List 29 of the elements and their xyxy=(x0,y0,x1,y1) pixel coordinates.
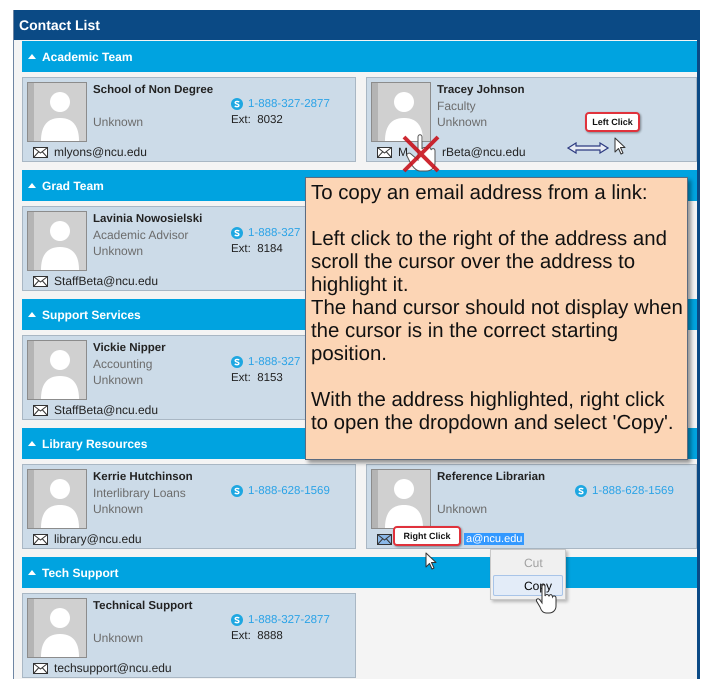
contact-status: Unknown xyxy=(437,501,488,517)
contact-name: School of Non Degree xyxy=(93,83,214,98)
window-title: Contact List xyxy=(14,10,697,40)
contact-title: Interlibrary Loans xyxy=(93,485,187,501)
extension-text: Ext: 8888 xyxy=(231,629,283,644)
contact-title: Academic Advisor xyxy=(93,227,190,243)
contact-name: Reference Librarian xyxy=(437,470,546,485)
contact-name: Lavinia Nowosielski xyxy=(93,212,204,227)
contact-status: Unknown xyxy=(93,114,144,130)
contact-title: Faculty xyxy=(437,98,477,114)
contact-status: Unknown xyxy=(93,630,144,646)
contact-title: Accounting xyxy=(93,356,154,372)
contact-status: Unknown xyxy=(437,114,488,130)
extension-text: Ext: 8032 xyxy=(231,113,283,128)
contact-name: Tracey Johnson xyxy=(437,83,526,98)
contact-status: Unknown xyxy=(93,243,144,259)
contact-status: Unknown xyxy=(93,372,144,388)
contact-status: Unknown xyxy=(93,501,144,517)
contact-name: Kerrie Hutchinson xyxy=(93,470,194,485)
left-click-callout: Left Click xyxy=(585,112,640,132)
extension-text: Ext: 8184 xyxy=(231,242,283,257)
instruction-text: The hand cursor should not display when the cursor is in the correct starting position. xyxy=(311,297,683,366)
extension-text: Ext: 8153 xyxy=(231,371,283,386)
right-click-callout: Right Click xyxy=(393,526,461,546)
contact-name: Vickie Nipper xyxy=(93,341,167,356)
contact-name: Technical Support xyxy=(93,599,194,614)
instruction-text: To copy an email address from a link: xyxy=(311,182,649,205)
instruction-text: With the address highlighted, right click to open the dropdown and select 'Copy'. xyxy=(311,389,675,435)
instruction-text: Left click to the right of the address and scroll the cursor over the address to highlight it. xyxy=(311,228,668,297)
